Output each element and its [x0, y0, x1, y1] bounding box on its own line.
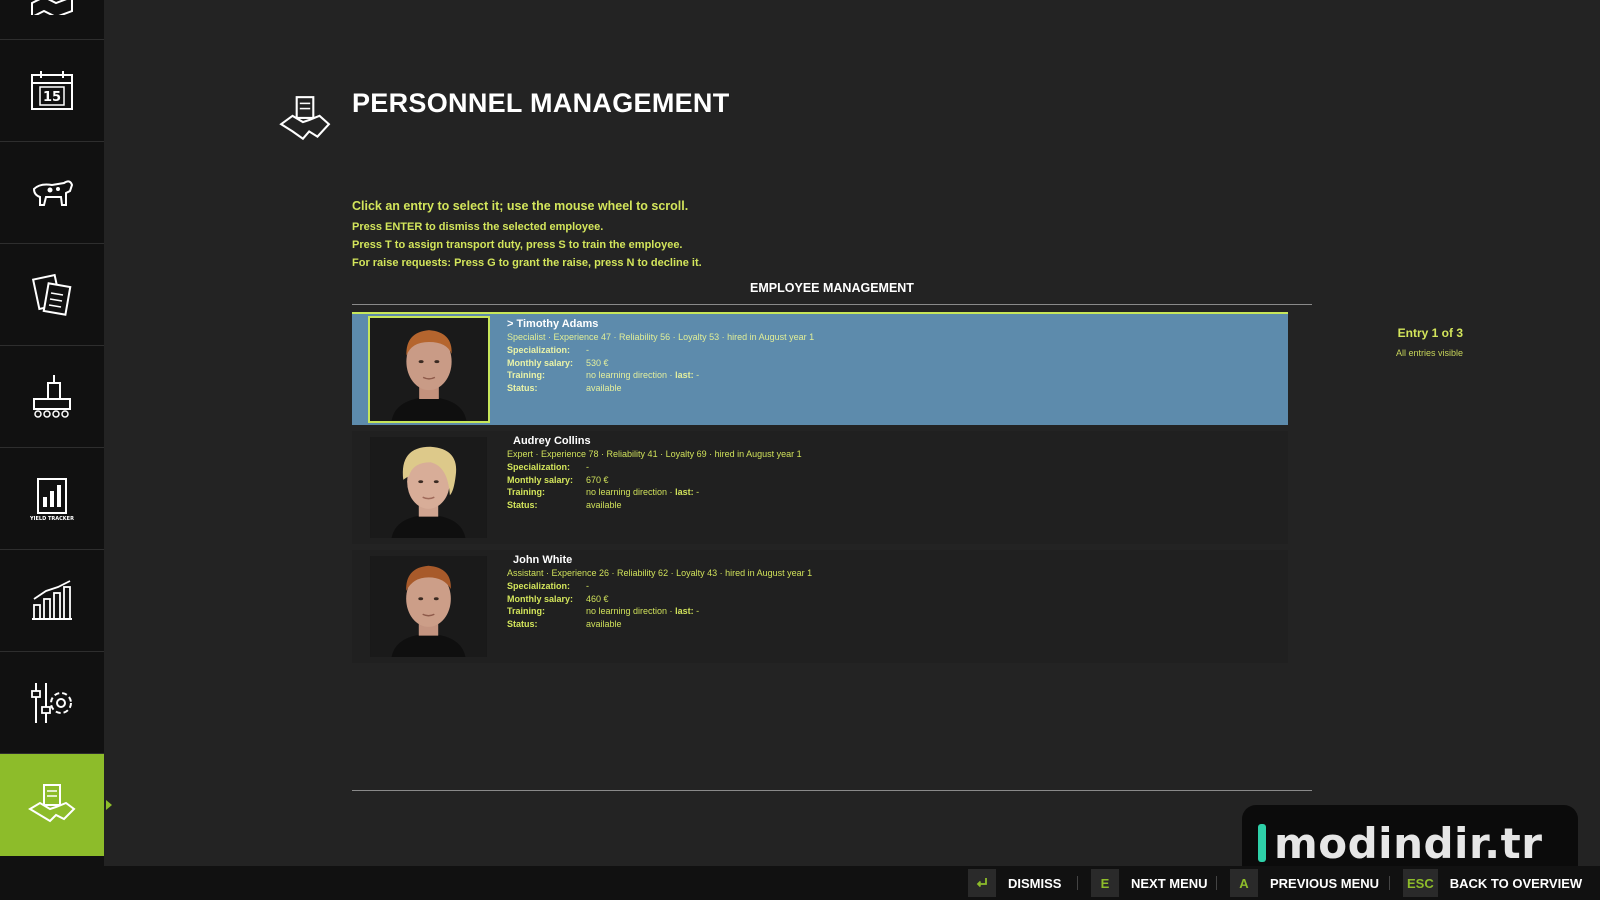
dismiss-button[interactable]: DISMISS	[968, 866, 1061, 900]
yield-tracker-label: YIELD TRACKER	[29, 516, 74, 522]
documents-icon	[31, 273, 72, 316]
employee-portrait	[370, 556, 487, 657]
back-to-overview-label: BACK TO OVERVIEW	[1449, 875, 1583, 891]
active-indicator	[106, 800, 112, 810]
footer-bar: DISMISS E NEXT MENU A PREVIOUS MENU ESC …	[0, 866, 1600, 900]
footer-separator	[1389, 876, 1390, 890]
employee-name: Audrey Collins	[513, 435, 591, 447]
handshake-icon	[279, 96, 331, 141]
salary-value: 460 €	[586, 593, 609, 604]
employee-summary: Specialist · Experience 47 · Reliability…	[507, 332, 815, 342]
sidebar-item-production[interactable]	[0, 346, 104, 448]
sidebar-item-personnel[interactable]	[0, 754, 112, 856]
training-last-label: last:	[675, 370, 694, 381]
instruction-transport-train: Press T to assign transport duty, press …	[352, 239, 683, 251]
instruction-select: Click an entry to select it; use the mou…	[352, 199, 689, 213]
enter-icon	[968, 869, 996, 897]
employee-portrait	[370, 437, 487, 538]
watermark-text: modindir.tr	[1274, 818, 1543, 868]
entry-counter: Entry 1 of 3	[1397, 326, 1463, 340]
settings-icon	[31, 682, 72, 723]
sidebar-item-settings[interactable]	[0, 652, 104, 754]
divider-top	[352, 304, 1312, 305]
status-label: Status:	[507, 499, 538, 510]
sidebar: 15 YIELD TRACKER	[0, 0, 112, 866]
employee-row[interactable]: Audrey Collins Expert · Experience 78 · …	[352, 431, 1288, 544]
sidebar-item-contracts[interactable]	[0, 244, 104, 346]
training-last-value: -	[696, 606, 700, 617]
sidebar-item-map[interactable]	[0, 0, 104, 40]
employee-name: > Timothy Adams	[507, 318, 599, 330]
calendar-day: 15	[43, 90, 61, 105]
next-menu-label: NEXT MENU	[1131, 875, 1208, 891]
training-value: no learning direction ·	[586, 487, 673, 498]
training-label: Training:	[507, 370, 545, 381]
key-e: E	[1091, 869, 1119, 897]
status-label: Status:	[507, 618, 538, 629]
salary-label: Monthly salary:	[507, 474, 574, 485]
specialization-value: -	[586, 581, 589, 591]
specialization-label: Specialization:	[507, 581, 571, 591]
training-label: Training:	[507, 606, 545, 617]
salary-label: Monthly salary:	[507, 593, 574, 604]
training-last-label: last:	[675, 606, 694, 617]
previous-menu-label: PREVIOUS MENU	[1270, 875, 1380, 891]
next-menu-button[interactable]: E NEXT MENU	[1091, 866, 1208, 900]
employee-name: John White	[513, 554, 573, 566]
sidebar-item-statistics[interactable]	[0, 550, 104, 652]
key-esc: ESC	[1403, 869, 1438, 897]
training-last-value: -	[696, 370, 700, 381]
training-label: Training:	[507, 487, 545, 498]
dismiss-label: DISMISS	[1008, 875, 1062, 891]
page-title: PERSONNEL MANAGEMENT	[352, 88, 730, 118]
employee-summary: Assistant · Experience 26 · Reliability …	[507, 568, 813, 578]
footer-separator	[1216, 876, 1217, 890]
employee-portrait	[368, 316, 490, 423]
specialization-value: -	[586, 345, 589, 355]
status-value: available	[586, 618, 622, 629]
yield-tracker-icon: YIELD TRACKER	[29, 477, 74, 522]
section-title: EMPLOYEE MANAGEMENT	[750, 281, 914, 295]
employee-list[interactable]: > Timothy Adams Specialist · Experience …	[352, 312, 1288, 669]
salary-value: 670 €	[586, 474, 609, 485]
handshake-icon	[28, 784, 76, 823]
salary-value: 530 €	[586, 357, 609, 368]
instruction-raise: For raise requests: Press G to grant the…	[352, 257, 702, 269]
statistics-icon	[32, 579, 72, 620]
training-value: no learning direction ·	[586, 370, 673, 381]
status-label: Status:	[507, 382, 538, 393]
footer-separator	[1077, 876, 1078, 890]
key-a: A	[1230, 869, 1258, 897]
status-value: available	[586, 382, 622, 393]
status-value: available	[586, 499, 622, 510]
training-last-label: last:	[675, 487, 694, 498]
watermark-bar	[1258, 824, 1266, 862]
map-icon	[31, 0, 73, 15]
training-value: no learning direction ·	[586, 606, 673, 617]
employee-row[interactable]: > Timothy Adams Specialist · Experience …	[352, 312, 1288, 425]
specialization-label: Specialization:	[507, 462, 571, 472]
specialization-label: Specialization:	[507, 345, 571, 355]
training-last-value: -	[696, 487, 700, 498]
employee-row[interactable]: John White Assistant · Experience 26 · R…	[352, 550, 1288, 663]
instruction-dismiss: Press ENTER to dismiss the selected empl…	[352, 221, 604, 233]
production-icon	[33, 374, 71, 418]
entry-visibility-note: All entries visible	[1395, 348, 1463, 358]
specialization-value: -	[586, 462, 589, 472]
sidebar-item-yield-tracker[interactable]: YIELD TRACKER	[0, 448, 104, 550]
sidebar-item-animals[interactable]	[0, 142, 104, 244]
employee-summary: Expert · Experience 78 · Reliability 41 …	[507, 449, 802, 459]
previous-menu-button[interactable]: A PREVIOUS MENU	[1230, 866, 1379, 900]
divider-bottom	[352, 790, 1312, 791]
back-to-overview-button[interactable]: ESC BACK TO OVERVIEW	[1403, 866, 1582, 900]
calendar-icon: 15	[31, 70, 73, 110]
salary-label: Monthly salary:	[507, 357, 574, 368]
sidebar-item-calendar[interactable]: 15	[0, 40, 104, 142]
cow-icon	[32, 179, 74, 206]
